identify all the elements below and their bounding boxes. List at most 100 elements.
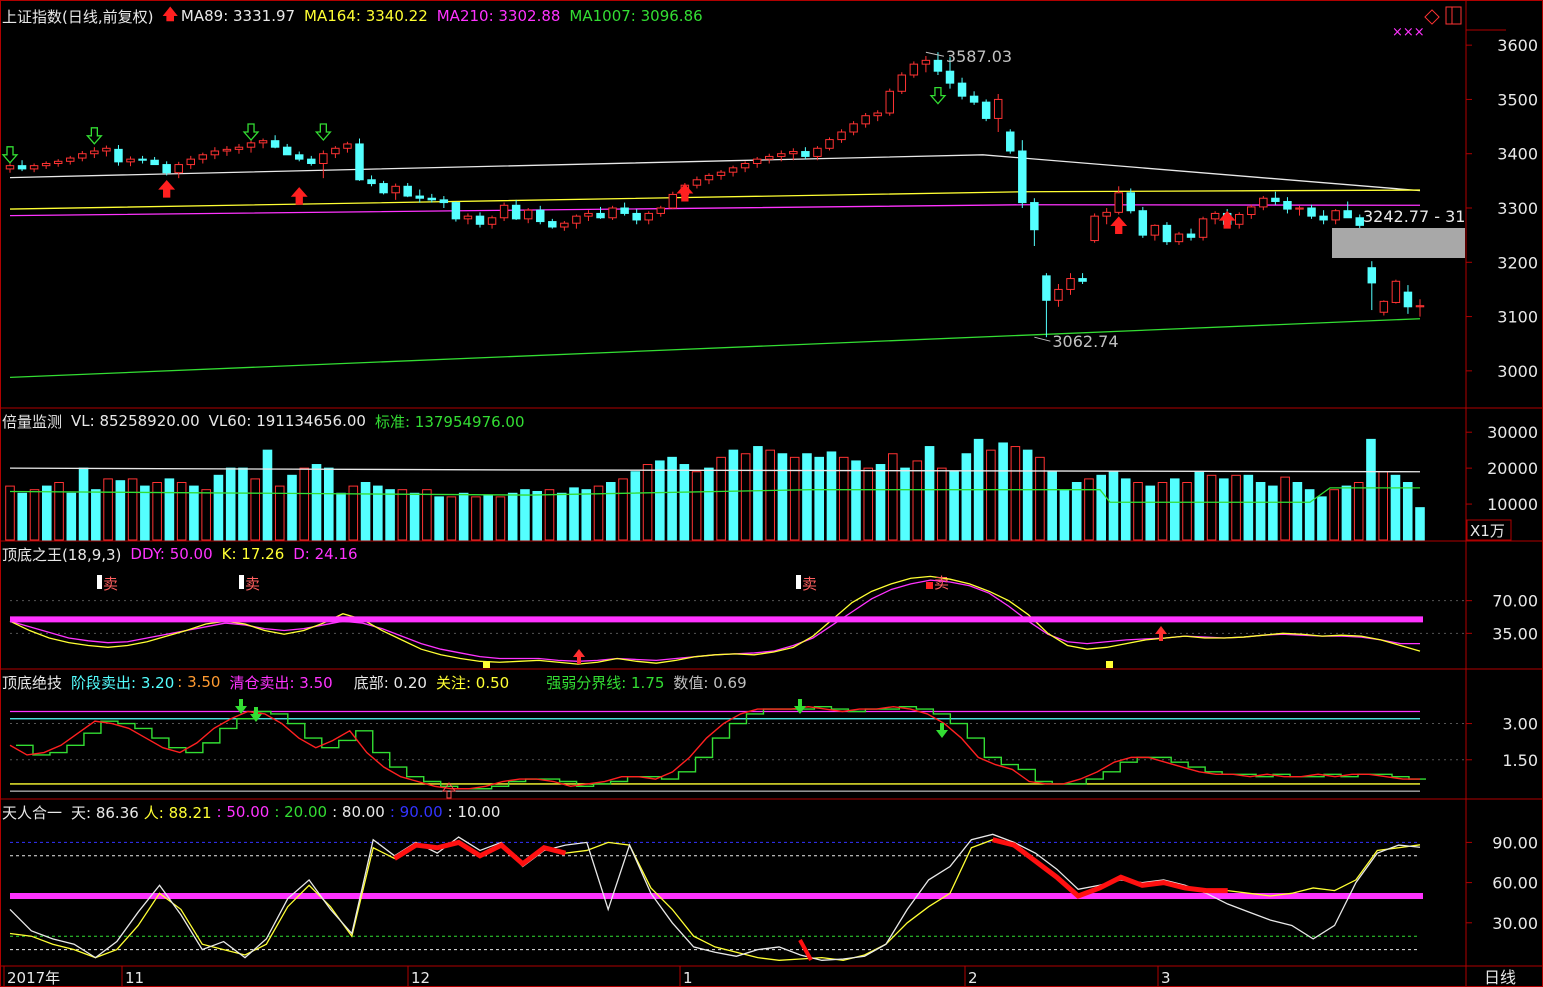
volume-bar[interactable] [1059,489,1070,541]
candle-body[interactable] [752,158,762,164]
candle-body[interactable] [777,153,786,157]
volume-bar[interactable] [397,489,408,541]
candle-body[interactable] [921,59,931,65]
candle-body[interactable] [114,148,123,163]
volume-bar[interactable] [213,474,224,541]
candle-body[interactable] [560,222,569,228]
candle-body[interactable] [993,98,1003,119]
candle-body[interactable] [222,148,232,152]
volume-bar[interactable] [360,482,371,541]
candle-body[interactable] [945,70,955,84]
candle-body[interactable] [596,212,605,219]
volume-bar[interactable] [1402,482,1413,541]
candle-body[interactable] [536,209,545,223]
candle-body[interactable] [1030,202,1039,231]
volume-bar[interactable] [851,460,861,541]
candle-body[interactable] [1042,275,1051,301]
volume-bar[interactable] [679,464,690,541]
candle-body[interactable] [282,146,292,156]
price-panel[interactable]: 3000 3100 3200 3300 3400 3500 3600 3587.03 3062.… [1,6,1538,381]
candle-body[interactable] [415,195,424,199]
candle-body[interactable] [1415,305,1425,308]
volume-bar[interactable] [238,467,248,541]
volume-bar[interactable] [532,490,543,541]
candle-body[interactable] [1174,233,1184,243]
volume-bar[interactable] [569,487,579,541]
volume-bar[interactable] [1145,485,1156,541]
candle-body[interactable] [234,146,244,150]
candle-body[interactable] [1198,218,1208,238]
candle-body[interactable] [1210,212,1220,220]
volume-bar[interactable] [605,482,616,541]
candle-body[interactable] [78,153,87,159]
volume-bar[interactable] [1035,456,1045,541]
volume-bar[interactable] [789,456,800,541]
candle-body[interactable] [1162,224,1172,243]
candle-body[interactable] [1247,206,1256,216]
candle-body[interactable] [897,74,907,92]
candle-body[interactable] [740,162,750,169]
candle-body[interactable] [692,179,702,186]
volume-bar[interactable] [728,449,739,541]
volume-bar[interactable] [311,464,322,541]
volume-bar[interactable] [1133,482,1143,541]
candle-body[interactable] [572,215,581,224]
volume-bar[interactable] [814,456,825,541]
candle-body[interactable] [186,158,196,166]
volume-bar[interactable] [176,482,187,541]
volume-bar[interactable] [1292,482,1303,541]
volume-bar[interactable] [1206,474,1217,541]
volume-bar[interactable] [164,478,175,541]
candle-body[interactable] [391,185,400,194]
volume-bar[interactable] [887,453,898,541]
volume-bar[interactable] [1182,482,1192,541]
candle-body[interactable] [1006,131,1015,152]
candle-body[interactable] [981,101,991,119]
candle-body[interactable] [885,90,894,114]
candle-body[interactable] [1379,300,1389,313]
volume-bar[interactable] [544,489,555,541]
volume-bar[interactable] [189,485,199,541]
volume-bar[interactable] [409,492,420,541]
volume-bar[interactable] [336,492,346,541]
volume-bar[interactable] [507,492,518,541]
candle-body[interactable] [584,212,593,217]
volume-bar[interactable] [998,442,1008,541]
candle-body[interactable] [29,165,39,170]
candle-body[interactable] [246,142,256,148]
volume-bar[interactable] [17,492,28,541]
volume-bar[interactable] [1255,482,1266,541]
volume-bar[interactable] [1157,482,1168,541]
volume-bar[interactable] [103,478,113,541]
candle-body[interactable] [620,207,629,214]
candle-body[interactable] [1150,224,1160,236]
volume-bar[interactable] [863,467,874,541]
volume-bar[interactable] [250,478,261,541]
volume-bar[interactable] [691,471,702,541]
candle-body[interactable] [1078,278,1087,282]
candle-body[interactable] [764,155,774,160]
volume-bar[interactable] [495,496,506,541]
candle-body[interactable] [909,63,919,76]
volume-bar[interactable] [446,496,457,541]
candle-body[interactable] [1114,192,1123,213]
volume-bar[interactable] [520,489,530,541]
candle-body[interactable] [1186,233,1196,238]
candle-body[interactable] [1259,197,1268,208]
candle-body[interactable] [126,158,135,163]
candle-body[interactable] [487,217,497,225]
kdj-panel[interactable]: 35.00 70.00 卖 卖 卖 卖 [9,574,1538,668]
candle-body[interactable] [162,164,171,174]
volume-bar[interactable] [1366,438,1376,541]
candle-body[interactable] [644,212,653,221]
tianren-panel[interactable]: 30.00 60.00 90.00 [9,833,1538,961]
candle-body[interactable] [294,154,304,160]
volume-bar[interactable] [875,464,886,541]
candle-body[interactable] [1234,214,1244,225]
volume-bar[interactable] [912,460,923,541]
volume-bar[interactable] [115,480,126,541]
candle-body[interactable] [174,164,183,174]
volume-bar[interactable] [924,446,935,541]
volume-bar[interactable] [1390,474,1401,541]
volume-bar[interactable] [581,489,592,541]
